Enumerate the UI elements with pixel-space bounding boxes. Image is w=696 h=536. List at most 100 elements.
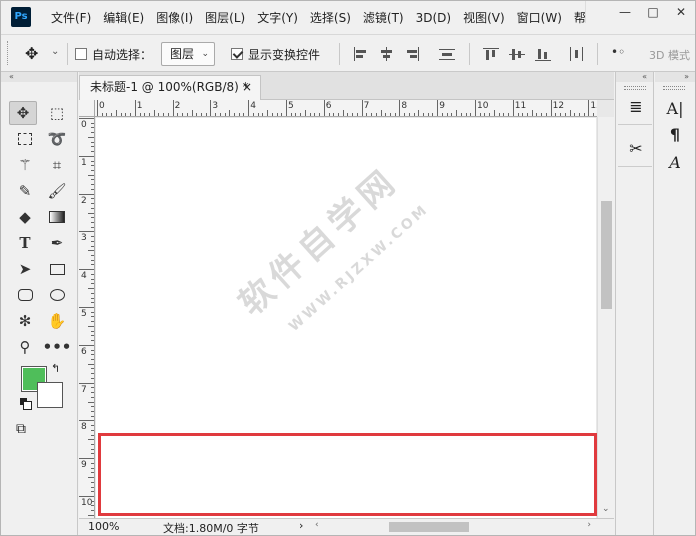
screen-mode-icon[interactable]: ⧉ bbox=[16, 421, 26, 437]
move-tool-preset-icon[interactable]: ✥ bbox=[25, 44, 38, 63]
align-horizontal-centers-icon[interactable] bbox=[379, 47, 395, 61]
ruler-tick bbox=[91, 188, 94, 190]
chevron-right-icon[interactable]: › bbox=[587, 520, 591, 530]
ruler-tick bbox=[91, 151, 94, 153]
distribute-horizontal-icon[interactable] bbox=[569, 47, 585, 61]
pen-tool-icon[interactable]: ✒ bbox=[43, 231, 71, 255]
ruler-left-label: 7 bbox=[81, 384, 87, 395]
ruler-tick bbox=[290, 113, 292, 116]
menu-type[interactable]: 文字(Y) bbox=[251, 9, 304, 26]
ellipse-tool-icon[interactable] bbox=[43, 283, 71, 307]
eyedropper-icon[interactable]: ✎ bbox=[11, 179, 39, 203]
vertical-scrollbar[interactable]: ⌄ bbox=[597, 117, 614, 518]
chevron-down-icon[interactable]: ⌄ bbox=[602, 504, 610, 514]
custom-shape-icon[interactable]: ✻ bbox=[11, 309, 39, 333]
collapse-tools-icon[interactable]: « bbox=[1, 72, 77, 82]
brush-tool-icon[interactable]: 🖌 bbox=[43, 179, 71, 203]
magic-wand-icon[interactable]: ⚚ bbox=[11, 153, 39, 177]
options-bar: ✥ ⌄ 自动选择： 图层 ⌄ 显示变换控件 •◦ 3D 模式 bbox=[1, 34, 695, 72]
eraser-tool-icon[interactable]: ◆ bbox=[11, 205, 39, 229]
options-bar-grip[interactable] bbox=[7, 41, 10, 65]
align-vertical-centers-icon[interactable] bbox=[509, 47, 525, 61]
menu-window[interactable]: 窗口(W) bbox=[511, 9, 568, 26]
ruler-tick bbox=[91, 429, 94, 431]
paragraph-icon[interactable]: ¶ bbox=[659, 120, 691, 148]
menu-view[interactable]: 视图(V) bbox=[457, 9, 511, 26]
zoom-level[interactable]: 100% bbox=[88, 520, 119, 533]
ruler-tick bbox=[158, 113, 160, 116]
more-tools-icon[interactable]: ••• bbox=[43, 335, 72, 359]
collapse-panel-icon[interactable]: « bbox=[616, 72, 653, 82]
rounded-rectangle-icon[interactable] bbox=[11, 283, 39, 307]
menu-filter[interactable]: 滤镜(T) bbox=[357, 9, 410, 26]
show-transform-checkbox[interactable] bbox=[231, 48, 243, 60]
menu-image[interactable]: 图像(I) bbox=[150, 9, 199, 26]
gradient-tool-icon[interactable] bbox=[43, 205, 71, 229]
more-options-icon[interactable]: •◦ bbox=[611, 45, 625, 59]
vertical-ruler[interactable]: 0 1 2 3 4 5 6 7 8 9 10 bbox=[79, 117, 95, 518]
character-icon[interactable]: A| bbox=[659, 94, 691, 122]
properties-icon[interactable]: ≣ bbox=[620, 92, 652, 120]
collapse-panel-icon[interactable]: » bbox=[655, 72, 695, 82]
align-left-edges-icon[interactable] bbox=[353, 47, 369, 61]
panel-grip[interactable] bbox=[663, 86, 685, 90]
restore-button[interactable]: □ bbox=[639, 1, 667, 23]
ruler-tick bbox=[79, 382, 94, 384]
ruler-tick bbox=[88, 136, 94, 138]
close-icon[interactable]: × bbox=[242, 76, 252, 99]
auto-select-checkbox[interactable] bbox=[75, 48, 87, 60]
menu-help[interactable]: 帮 bbox=[568, 9, 592, 26]
horizontal-scrollbar[interactable]: ‹ › bbox=[311, 520, 597, 534]
panel-grip[interactable] bbox=[624, 86, 646, 90]
chevron-left-icon[interactable]: ‹ bbox=[315, 520, 319, 530]
distribute-vertical-icon[interactable] bbox=[439, 47, 455, 61]
hand-tool-icon[interactable]: ✋ bbox=[43, 309, 71, 333]
horizontal-ruler[interactable]: 012345678910111213 bbox=[95, 100, 597, 117]
glyphs-icon[interactable]: A bbox=[659, 148, 691, 176]
document-info: 文档:1.80M/0 字节 bbox=[163, 522, 259, 535]
type-tool-icon[interactable]: T bbox=[11, 231, 39, 255]
auto-select-dropdown[interactable]: 图层 ⌄ bbox=[161, 42, 215, 66]
menu-edit[interactable]: 编辑(E) bbox=[97, 9, 150, 26]
menu-file[interactable]: 文件(F) bbox=[45, 9, 97, 26]
chevron-down-icon[interactable]: ⌄ bbox=[51, 46, 59, 57]
menu-layer[interactable]: 图层(L) bbox=[199, 9, 251, 26]
ruler-tick bbox=[441, 113, 443, 116]
artboard-tool-icon[interactable]: ⬚ bbox=[43, 101, 71, 125]
ruler-origin[interactable] bbox=[79, 100, 95, 117]
ruler-tick bbox=[456, 110, 458, 116]
rectangle-tool-icon[interactable] bbox=[43, 257, 71, 281]
zoom-tool-icon[interactable]: ⚲ bbox=[11, 335, 39, 359]
align-right-edges-icon[interactable] bbox=[405, 47, 421, 61]
ruler-tick bbox=[144, 113, 146, 116]
ruler-tick bbox=[361, 100, 363, 116]
ruler-tick bbox=[593, 113, 595, 116]
align-bottom-edges-icon[interactable] bbox=[535, 47, 551, 61]
document-tab[interactable]: 未标题-1 @ 100%(RGB/8) * × bbox=[79, 75, 261, 100]
align-top-edges-icon[interactable] bbox=[483, 47, 499, 61]
vertical-scroll-thumb[interactable] bbox=[601, 201, 612, 309]
status-menu-icon[interactable]: › bbox=[299, 519, 303, 532]
path-selection-icon[interactable]: ➤ bbox=[11, 257, 39, 281]
ruler-left-label: 4 bbox=[81, 271, 87, 282]
swap-colors-icon[interactable]: ↰ bbox=[51, 362, 60, 375]
ruler-tick bbox=[91, 396, 94, 398]
ruler-tick bbox=[423, 113, 425, 116]
menu-3d[interactable]: 3D(D) bbox=[410, 11, 457, 25]
ruler-tick bbox=[101, 113, 103, 116]
ruler-tick bbox=[399, 100, 401, 116]
background-color-swatch[interactable] bbox=[37, 382, 63, 408]
menu-items: 文件(F) 编辑(E) 图像(I) 图层(L) 文字(Y) 选择(S) 滤镜(T… bbox=[45, 1, 592, 34]
close-button[interactable]: ✕ bbox=[667, 1, 695, 23]
default-colors-icon[interactable] bbox=[20, 398, 32, 410]
menu-select[interactable]: 选择(S) bbox=[304, 9, 357, 26]
ruler-tick bbox=[91, 453, 94, 455]
rectangular-marquee-icon[interactable] bbox=[11, 127, 39, 151]
lasso-tool-icon[interactable]: ➰ bbox=[43, 127, 71, 151]
tool-presets-icon[interactable]: ✂ bbox=[620, 134, 652, 162]
minimize-button[interactable]: — bbox=[611, 1, 639, 23]
ruler-tick bbox=[578, 113, 580, 116]
crop-tool-icon[interactable]: ⌗ bbox=[43, 153, 71, 177]
horizontal-scroll-thumb[interactable] bbox=[389, 522, 469, 532]
move-tool-icon[interactable]: ✥ bbox=[9, 101, 37, 125]
